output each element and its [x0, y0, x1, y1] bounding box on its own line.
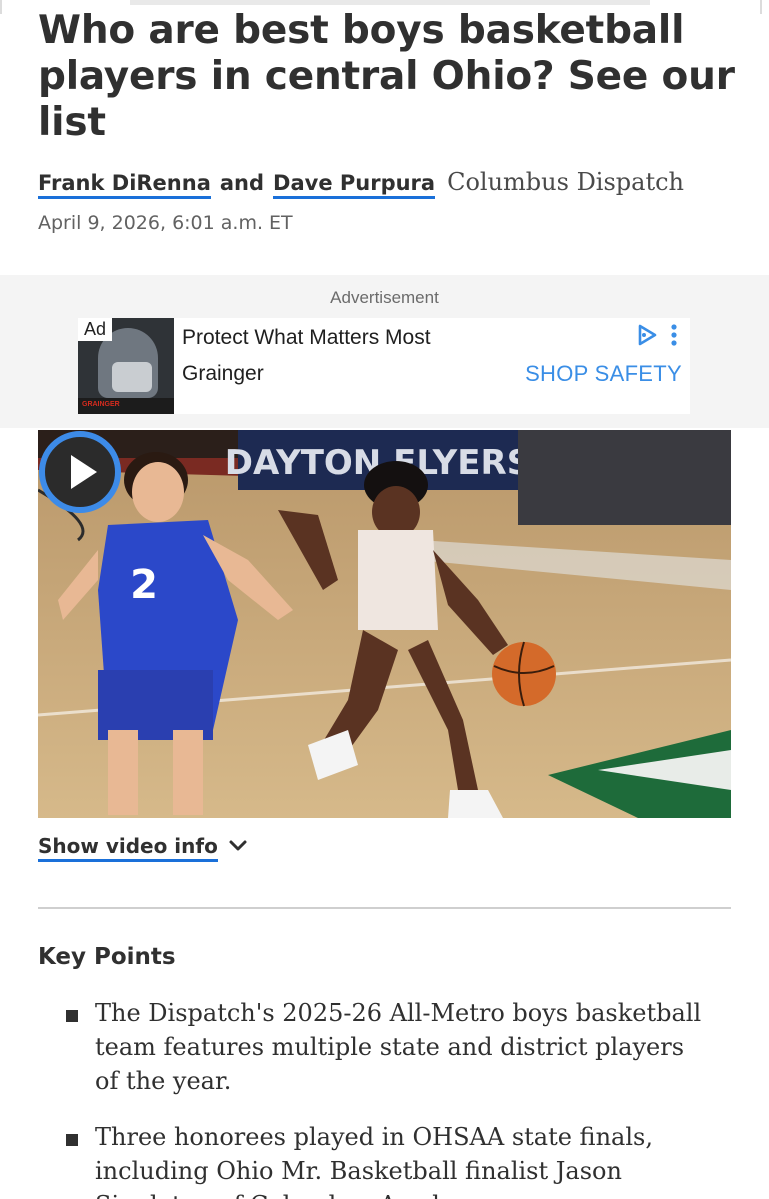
- bullet-square-icon: [66, 1134, 78, 1146]
- author-link[interactable]: Frank DiRenna: [38, 171, 211, 199]
- top-edge-tick: [760, 0, 762, 14]
- byline-joiner: and: [219, 171, 265, 195]
- ad-title[interactable]: Protect What Matters Most: [182, 326, 431, 350]
- ad-container: Advertisement GRAINGER Ad Protect What M…: [0, 275, 769, 428]
- ad-thumb-brand: GRAINGER: [82, 401, 120, 408]
- video-thumbnail: DAYTON FLYERS 2: [38, 430, 731, 818]
- top-divider: [130, 0, 650, 5]
- show-video-info[interactable]: Show video info: [38, 834, 248, 862]
- author-link[interactable]: Dave Purpura: [273, 171, 436, 199]
- ad-badge: Ad: [78, 318, 113, 341]
- ad-cta-button[interactable]: SHOP SAFETY: [525, 361, 682, 387]
- publish-date: April 9, 2026, 6:01 a.m. ET: [38, 212, 293, 234]
- bullet-square-icon: [66, 1010, 78, 1022]
- section-divider: [38, 907, 731, 909]
- top-edge-strip: [0, 0, 769, 14]
- more-vertical-icon[interactable]: [671, 324, 677, 346]
- key-point-text: Three honorees played in OHSAA state fin…: [95, 1123, 653, 1199]
- adchoices-icon[interactable]: [638, 324, 657, 346]
- chevron-down-icon[interactable]: [228, 839, 248, 853]
- video-player[interactable]: DAYTON FLYERS 2: [38, 430, 731, 818]
- jersey-number: 2: [130, 562, 158, 608]
- ad-sponsor[interactable]: Grainger: [182, 362, 264, 386]
- ad-icons: [634, 323, 684, 347]
- top-edge-tick: [0, 0, 2, 14]
- show-video-info-label[interactable]: Show video info: [38, 834, 218, 862]
- key-point-text: The Dispatch's 2025-26 All-Metro boys ba…: [95, 999, 702, 1095]
- publication-name: Columbus Dispatch: [447, 168, 685, 196]
- ad-label: Advertisement: [330, 288, 439, 307]
- article-headline: Who are best boys basketball players in …: [38, 8, 735, 145]
- play-icon[interactable]: [38, 430, 122, 514]
- ad-card[interactable]: GRAINGER Ad Protect What Matters Most Gr…: [78, 318, 690, 414]
- key-points-heading: Key Points: [38, 944, 176, 970]
- byline: Frank DiRenna and Dave Purpura Columbus …: [38, 168, 684, 204]
- ad-thumbnail[interactable]: GRAINGER Ad: [78, 318, 174, 414]
